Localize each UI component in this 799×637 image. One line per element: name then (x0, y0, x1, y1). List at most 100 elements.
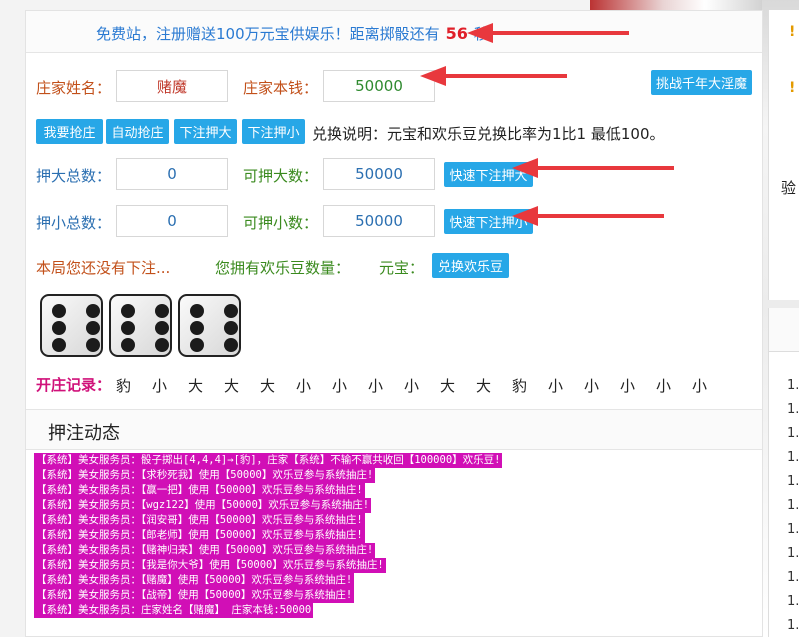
bet-log-line: 【系统】美女服务员：【我是你大爷】使用【50000】欢乐豆参与系统抽庄! (34, 558, 386, 573)
beans-label: 您拥有欢乐豆数量： (215, 259, 351, 277)
notice-text: 免费站，注册赠送100万元宝供娱乐！距离掷骰还有 56 秒 (96, 23, 489, 44)
sidebar-number: 1.2 (787, 594, 799, 609)
die-pip (52, 321, 66, 335)
bet-log-line: 【系统】美女服务员：骰子掷出[4,4,4]→[豹]，庄家【系统】不输不赢共收回【… (34, 453, 503, 468)
history-item: 大 (188, 377, 204, 395)
bet-activity-title: 押注动态 (48, 423, 120, 444)
sidebar-glyph: ! (789, 80, 796, 96)
bet-log-line: 【系统】美女服务员：【wgz122】使用【50000】欢乐豆参与系统抽庄! (34, 498, 372, 513)
small-available-field[interactable]: 50000 (323, 205, 435, 237)
die-pip (86, 321, 100, 335)
bet-log-line: 【系统】美女服务员：庄家姓名【赌魔】 庄家本钱:50000 (34, 603, 314, 618)
history-item: 小 (152, 377, 168, 395)
history-item: 小 (296, 377, 312, 395)
big-row: 押大总数： 0 可押大数： 50000 快速下注押大 (26, 157, 762, 191)
sidebar-verify-text: 验 (781, 179, 797, 197)
history-item: 豹 (116, 377, 132, 395)
exchange-info: 兑换说明：元宝和欢乐豆兑换比率为1比1 最低100。 (312, 125, 665, 143)
die-pip (121, 338, 135, 352)
history-item: 大 (476, 377, 492, 395)
die-pip (52, 304, 66, 318)
die-pip (155, 304, 169, 318)
die (109, 294, 172, 357)
history-item: 小 (368, 377, 384, 395)
bet-big-button[interactable]: 下注押大 (174, 119, 237, 144)
die-pip (190, 338, 204, 352)
big-total-field[interactable]: 0 (116, 158, 228, 190)
die-pip (224, 304, 238, 318)
die-pip (52, 338, 66, 352)
bet-log-line: 【系统】美女服务员：【润安哥】使用【50000】欢乐豆参与系统抽庄! (34, 513, 365, 528)
countdown-seconds: 56 (445, 24, 468, 43)
sidebar-number: 1.2 (787, 546, 799, 561)
bet-log-line: 【系统】美女服务员：【赌魔】使用【50000】欢乐豆参与系统抽庄! (34, 573, 355, 588)
die-pip (224, 321, 238, 335)
small-available-label: 可押小数： (243, 214, 319, 232)
dealer-name-field: 赌魔 (116, 70, 228, 102)
small-total-field[interactable]: 0 (116, 205, 228, 237)
bet-log-line: 【系统】美女服务员：【战帝】使用【50000】欢乐豆参与系统抽庄! (34, 588, 355, 603)
bet-small-button[interactable]: 下注押小 (242, 119, 305, 144)
history-item: 小 (620, 377, 636, 395)
game-panel: 免费站，注册赠送100万元宝供娱乐！距离掷骰还有 56 秒 庄家姓名： 赌魔 庄家本… (25, 10, 763, 637)
history-item: 小 (548, 377, 564, 395)
history-item: 大 (440, 377, 456, 395)
bet-log-line: 【系统】美女服务员：【求秒死我】使用【50000】欢乐豆参与系统抽庄! (34, 468, 376, 483)
big-available-field[interactable]: 50000 (323, 158, 435, 190)
dealer-name-label: 庄家姓名： (36, 79, 112, 97)
right-sidebar: ! ! 验 1.21.21.21.21.21.21.21.21.21.21.21… (768, 0, 799, 637)
sidebar-glyph: ! (789, 24, 796, 40)
sidebar-number: 1.2 (787, 474, 799, 489)
dealer-row: 庄家姓名： 赌魔 庄家本钱： 50000 挑战千年大淫魔 (26, 69, 762, 103)
sidebar-number: 1.2 (787, 570, 799, 585)
small-total-label: 押小总数： (36, 214, 112, 232)
die-pip (121, 304, 135, 318)
die-pip (86, 338, 100, 352)
history-item: 豹 (512, 377, 528, 395)
no-bet-status: 本局您还没有下注... (36, 259, 171, 277)
status-row: 本局您还没有下注... 您拥有欢乐豆数量： 元宝： 兑换欢乐豆 (26, 251, 762, 285)
die-pip (121, 321, 135, 335)
exchange-beans-button[interactable]: 兑换欢乐豆 (432, 253, 509, 278)
bet-log-line: 【系统】美女服务员：【赌神归来】使用【50000】欢乐豆参与系统抽庄! (34, 543, 376, 558)
sidebar-number: 1.2 (787, 450, 799, 465)
right-card-header (769, 308, 799, 352)
action-row: 我要抢庄 自动抢庄 下注押大 下注押小 兑换说明：元宝和欢乐豆兑换比率为1比1 … (26, 117, 762, 151)
sidebar-number: 1.2 (787, 402, 799, 417)
notice-bar: 免费站，注册赠送100万元宝供娱乐！距离掷骰还有 56 秒 (26, 11, 762, 53)
notice-prefix: 免费站，注册赠送100万元宝供娱乐！距离掷骰还有 (96, 25, 440, 43)
history-item: 小 (404, 377, 420, 395)
die (178, 294, 241, 357)
yuanbao-label: 元宝： (379, 259, 425, 277)
die-pip (155, 321, 169, 335)
small-row: 押小总数： 0 可押小数： 50000 快速下注押小 (26, 204, 762, 238)
die-pip (190, 321, 204, 335)
grab-dealer-button[interactable]: 我要抢庄 (36, 119, 103, 144)
die-pip (190, 304, 204, 318)
sidebar-number: 1.2 (787, 378, 799, 393)
history-item: 小 (332, 377, 348, 395)
bet-log-line: 【系统】美女服务员：【赢一把】使用【50000】欢乐豆参与系统抽庄! (34, 483, 365, 498)
history-item: 小 (584, 377, 600, 395)
die (40, 294, 103, 357)
die-pip (224, 338, 238, 352)
auto-grab-button[interactable]: 自动抢庄 (106, 119, 169, 144)
history-label: 开庄记录： (36, 376, 112, 394)
challenge-button[interactable]: 挑战千年大淫魔 (651, 70, 752, 95)
big-total-label: 押大总数： (36, 167, 112, 185)
right-card-top: ! ! 验 (768, 10, 799, 300)
die-pip (155, 338, 169, 352)
history-item: 大 (260, 377, 276, 395)
history-item: 大 (224, 377, 240, 395)
sidebar-number: 1.2 (787, 522, 799, 537)
history-item: 小 (656, 377, 672, 395)
bet-activity-header: 押注动态 (26, 409, 762, 450)
sidebar-number: 1.2 (787, 426, 799, 441)
history-item: 小 (692, 377, 708, 395)
bet-log-line: 【系统】美女服务员：【郎老师】使用【50000】欢乐豆参与系统抽庄! (34, 528, 365, 543)
die-pip (86, 304, 100, 318)
bet-activity-log: 【系统】美女服务员：骰子掷出[4,4,4]→[豹]，庄家【系统】不输不赢共收回【… (34, 453, 754, 618)
dealer-capital-field: 50000 (323, 70, 435, 102)
sidebar-number: 1.2 (787, 498, 799, 513)
sidebar-number: 1.2 (787, 618, 799, 633)
